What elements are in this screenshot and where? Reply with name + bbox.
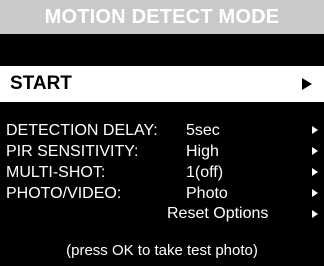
hint-text: (press OK to take test photo) [66,242,258,259]
reset-options-label: Reset Options [167,205,269,222]
setting-value: 1(off) [186,163,224,181]
setting-photo-video[interactable]: PHOTO/VIDEO: Photo [0,183,324,204]
chevron-right-icon [312,168,318,176]
chevron-right-icon [312,147,318,155]
start-menu-item[interactable]: START [0,66,324,102]
setting-label: PHOTO/VIDEO: [6,184,122,202]
chevron-right-icon [312,189,318,197]
setting-label: MULTI-SHOT: [6,163,106,181]
chevron-right-icon [312,210,318,218]
start-label: START [10,73,72,94]
setting-value: High [186,142,219,160]
camera-menu-screen: MOTION DETECT MODE START DETECTION DELAY… [0,0,324,266]
setting-label: DETECTION DELAY: [6,121,158,139]
setting-detection-delay[interactable]: DETECTION DELAY: 5sec [0,120,324,141]
setting-label: PIR SENSITIVITY: [6,142,139,160]
page-title: MOTION DETECT MODE [0,0,324,34]
play-arrow-icon [302,78,312,90]
setting-multi-shot[interactable]: MULTI-SHOT: 1(off) [0,162,324,183]
reset-options-item[interactable]: Reset Options [0,204,324,225]
setting-pir-sensitivity[interactable]: PIR SENSITIVITY: High [0,141,324,162]
setting-value: 5sec [186,121,220,139]
chevron-right-icon [312,126,318,134]
settings-list: DETECTION DELAY: 5sec PIR SENSITIVITY: H… [0,120,324,225]
setting-value: Photo [186,184,228,202]
